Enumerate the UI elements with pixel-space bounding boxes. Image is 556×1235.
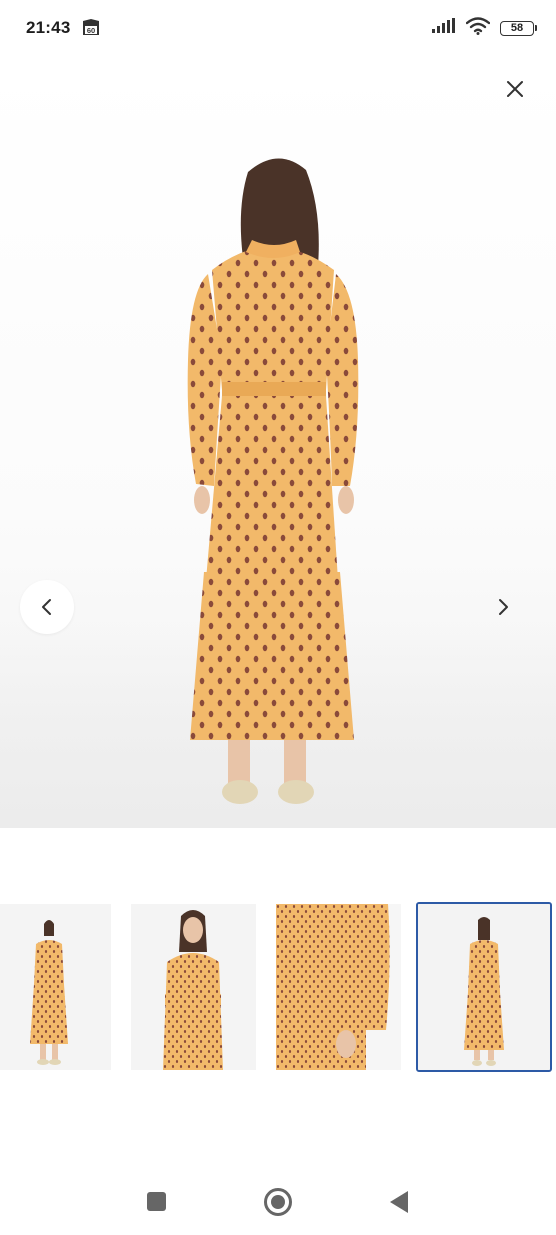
model-back-view-figure bbox=[187, 158, 359, 804]
signal-icon bbox=[432, 17, 456, 39]
battery-level: 58 bbox=[510, 21, 524, 34]
close-button[interactable] bbox=[500, 74, 530, 104]
close-icon bbox=[507, 81, 523, 97]
thumbnail-front-closeup[interactable] bbox=[131, 904, 256, 1070]
thumbnail-image bbox=[418, 904, 550, 1070]
back-icon[interactable] bbox=[390, 1191, 408, 1213]
notification-badge: 60 bbox=[87, 26, 95, 35]
main-product-image[interactable] bbox=[0, 60, 556, 828]
system-navigation-bar bbox=[0, 1170, 556, 1235]
status-time: 21:43 bbox=[26, 18, 71, 37]
status-bar: 21:43 60 58 bbox=[0, 0, 556, 56]
thumbnail-front-view[interactable] bbox=[0, 904, 111, 1070]
notification-icon: 60 bbox=[82, 18, 100, 36]
thumbnail-strip bbox=[0, 900, 556, 1072]
chevron-right-icon bbox=[499, 599, 508, 615]
thumbnail-image bbox=[276, 904, 401, 1070]
wifi-icon bbox=[465, 16, 491, 40]
previous-image-button[interactable] bbox=[20, 580, 74, 634]
next-image-button[interactable] bbox=[476, 580, 530, 634]
thumbnail-image bbox=[163, 910, 223, 1070]
thumbnail-image bbox=[30, 920, 68, 1065]
thumbnail-back-view-selected[interactable] bbox=[416, 902, 552, 1072]
chevron-left-icon bbox=[42, 599, 51, 615]
home-icon[interactable] bbox=[264, 1188, 292, 1216]
thumbnail-detail-view[interactable] bbox=[276, 904, 401, 1070]
battery-icon: 58 bbox=[500, 20, 537, 36]
recent-apps-icon[interactable] bbox=[147, 1192, 166, 1211]
